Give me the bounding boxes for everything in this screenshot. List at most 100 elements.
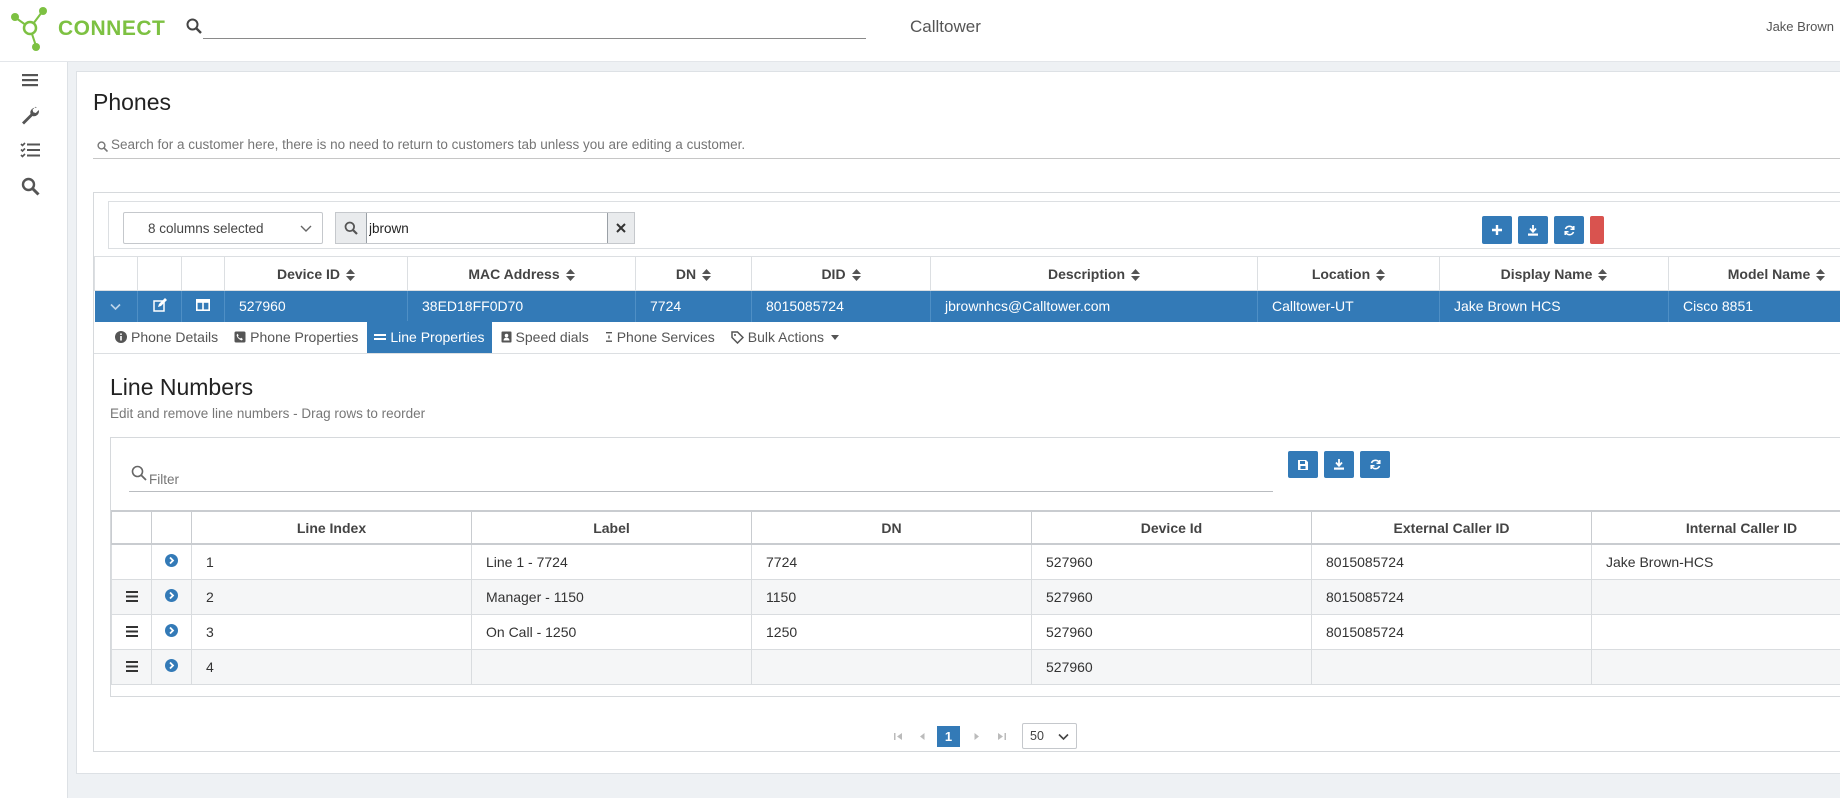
grid-search-input[interactable]	[366, 213, 608, 243]
cell-internal-caller-id: Jake Brown-HCS	[1591, 543, 1840, 580]
line-filter-input[interactable]	[149, 472, 749, 487]
line-open-button[interactable]	[151, 578, 192, 615]
cell-device-id: 527960	[1031, 613, 1312, 650]
phones-grid: 8 columns selected jbrown Device ID MAC …	[93, 192, 1840, 752]
phones-header-row: Device ID MAC Address DN DID Description…	[94, 256, 1840, 291]
search-icon	[131, 465, 147, 481]
col-header-dn[interactable]: DN	[751, 510, 1032, 545]
prev-page-icon	[920, 732, 925, 740]
col-header-device-id[interactable]: Device Id	[1031, 510, 1312, 545]
next-page-button[interactable]	[968, 728, 986, 744]
col-header-did[interactable]: DID	[751, 256, 931, 291]
download-icon	[1334, 459, 1344, 470]
customer-search[interactable]	[93, 135, 1840, 159]
line-filter[interactable]	[129, 462, 1273, 492]
wrench-icon[interactable]	[20, 105, 40, 125]
col-header-model-name[interactable]: Model Name	[1668, 256, 1840, 291]
first-page-button[interactable]	[889, 728, 907, 744]
drag-handle[interactable]	[111, 648, 152, 685]
line-open-button[interactable]	[151, 543, 192, 580]
info-icon	[115, 331, 127, 343]
col-header-external-caller-id[interactable]: External Caller ID	[1311, 510, 1592, 545]
next-page-icon	[974, 732, 979, 740]
download-lines-button[interactable]	[1324, 451, 1354, 478]
sort-icon	[1131, 268, 1140, 281]
connect-logo-icon	[11, 7, 47, 51]
col-header-description[interactable]: Description	[930, 256, 1258, 291]
columns-select[interactable]: 8 columns selected	[123, 212, 323, 244]
delete-button[interactable]	[1590, 216, 1604, 244]
refresh-icon	[1563, 224, 1575, 236]
clear-search-button[interactable]	[608, 213, 634, 243]
view-columns-button[interactable]	[181, 290, 225, 322]
search-icon[interactable]	[20, 176, 40, 196]
download-button[interactable]	[1518, 216, 1548, 244]
collapse-row-button[interactable]	[94, 290, 138, 322]
tab-bulk-actions[interactable]: Bulk Actions	[724, 321, 850, 353]
sort-icon	[1598, 268, 1608, 281]
tab-phone-properties[interactable]: Phone Properties	[227, 321, 365, 353]
global-search-underline	[203, 38, 866, 39]
drag-handle-icon	[125, 660, 138, 672]
line-row[interactable]: 1 Line 1 - 7724 7724 527960 8015085724 J…	[111, 543, 1840, 580]
tab-speed-dials[interactable]: Speed dials	[494, 321, 596, 353]
phone-row-selected[interactable]: 527960 38ED18FF0D70 7724 8015085724 jbro…	[94, 290, 1840, 322]
menu-icon[interactable]	[20, 70, 40, 90]
line-open-button[interactable]	[151, 648, 192, 685]
add-phone-button[interactable]	[1482, 216, 1512, 244]
drag-handle[interactable]	[111, 613, 152, 650]
action-col-header	[151, 510, 192, 545]
user-menu[interactable]: Jake Brown	[1766, 19, 1834, 34]
col-header-mac-address[interactable]: MAC Address	[407, 256, 636, 291]
checklist-icon[interactable]	[20, 140, 40, 160]
cell-device-id: 527960	[1031, 543, 1312, 580]
col-header-display-name[interactable]: Display Name	[1439, 256, 1669, 291]
line-numbers-title: Line Numbers	[110, 374, 254, 400]
prev-page-button[interactable]	[913, 728, 931, 744]
search-button[interactable]	[336, 213, 366, 243]
refresh-lines-button[interactable]	[1360, 451, 1390, 478]
col-header-line-index[interactable]: Line Index	[191, 510, 472, 545]
col-header-location[interactable]: Location	[1257, 256, 1440, 291]
col-header-device-id[interactable]: Device ID	[224, 256, 408, 291]
search-icon	[97, 141, 108, 152]
refresh-button[interactable]	[1554, 216, 1584, 244]
cell-display-name: Jake Brown HCS	[1439, 290, 1669, 322]
col-header-dn[interactable]: DN	[635, 256, 752, 291]
cell-external-caller-id	[1311, 648, 1592, 685]
line-row[interactable]: 2 Manager - 1150 1150 527960 8015085724	[111, 578, 1840, 615]
cell-external-caller-id: 8015085724	[1311, 543, 1592, 580]
columns-select-label: 8 columns selected	[148, 220, 264, 236]
lines-icon	[374, 334, 387, 340]
logo[interactable]: CONNECT	[8, 6, 165, 52]
cell-did: 8015085724	[751, 290, 931, 322]
chevron-circle-right-icon	[165, 553, 178, 567]
edit-row-button[interactable]	[137, 290, 182, 322]
cell-mac-address: 38ED18FF0D70	[407, 290, 636, 322]
line-row[interactable]: 4 527960	[111, 648, 1840, 685]
drag-handle[interactable]	[111, 578, 152, 615]
top-bar: CONNECT Calltower Jake Brown	[0, 0, 1840, 62]
sort-icon	[346, 268, 356, 281]
col-header-label[interactable]: Label	[471, 510, 752, 545]
edit-icon	[152, 297, 167, 312]
save-lines-button[interactable]	[1288, 451, 1318, 478]
tab-line-properties[interactable]: Line Properties	[367, 321, 492, 353]
page-size-select[interactable]: 50	[1022, 723, 1077, 749]
tab-phone-details[interactable]: Phone Details	[108, 321, 225, 353]
first-page-icon	[893, 732, 902, 740]
search-icon[interactable]	[186, 18, 202, 34]
line-row[interactable]: 3 On Call - 1250 1250 527960 8015085724	[111, 613, 1840, 650]
grid-search	[335, 212, 635, 244]
global-search-input[interactable]	[205, 16, 865, 38]
grid-toolbar: 8 columns selected	[108, 201, 1840, 249]
cell-line-index: 2	[191, 578, 472, 615]
customer-search-input[interactable]	[111, 137, 1111, 152]
tab-phone-services[interactable]: Phone Services	[598, 321, 722, 353]
chevron-down-icon	[300, 225, 312, 232]
last-page-button[interactable]	[992, 728, 1010, 744]
current-page[interactable]: 1	[937, 725, 960, 747]
line-open-button[interactable]	[151, 613, 192, 650]
col-header-internal-caller-id[interactable]: Internal Caller ID	[1591, 510, 1840, 545]
drag-col-header	[111, 510, 152, 545]
